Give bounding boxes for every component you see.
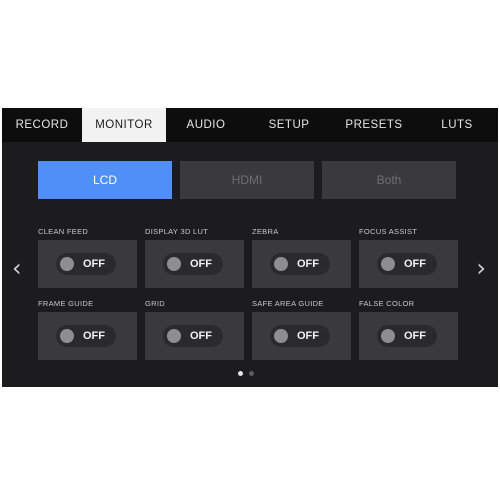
toggle-knob-icon [274, 329, 288, 343]
setting-label: FOCUS ASSIST [359, 227, 418, 236]
tab-setup[interactable]: SETUP [246, 108, 332, 142]
toggle-state: OFF [297, 258, 319, 270]
setting-label: FALSE COLOR [359, 299, 415, 308]
toggle-knob-icon [274, 257, 288, 271]
output-selector: LCD HDMI Both [38, 161, 456, 199]
setting-label: GRID [145, 299, 165, 308]
tab-audio[interactable]: AUDIO [166, 108, 246, 142]
display-3d-lut-toggle[interactable]: OFF [163, 253, 223, 275]
toggle-state: OFF [83, 258, 105, 270]
toggle-state: OFF [404, 330, 426, 342]
toggle-state: OFF [83, 330, 105, 342]
false-color-toggle[interactable]: OFF [377, 325, 437, 347]
clean-feed-toggle[interactable]: OFF [56, 253, 116, 275]
setting-tile[interactable]: OFF [252, 312, 351, 360]
tab-presets[interactable]: PRESETS [332, 108, 416, 142]
toggle-knob-icon [167, 257, 181, 271]
zebra-toggle[interactable]: OFF [270, 253, 330, 275]
frame-guide-toggle[interactable]: OFF [56, 325, 116, 347]
output-both-button[interactable]: Both [322, 161, 456, 199]
page-dot-2[interactable] [249, 371, 254, 376]
setting-tile[interactable]: OFF [359, 240, 458, 288]
settings-grid: CLEAN FEED OFF DISPLAY 3D LUT OFF ZEBRA [38, 227, 458, 360]
setting-tile[interactable]: OFF [38, 240, 137, 288]
setting-label: ZEBRA [252, 227, 279, 236]
setting-label: SAFE AREA GUIDE [252, 299, 324, 308]
grid-toggle[interactable]: OFF [163, 325, 223, 347]
tab-monitor[interactable]: MONITOR [82, 108, 166, 142]
output-lcd-button[interactable]: LCD [38, 161, 172, 199]
toggle-knob-icon [381, 329, 395, 343]
setting-tile[interactable]: OFF [252, 240, 351, 288]
previous-page-arrow-icon[interactable]: ‹ [12, 256, 22, 280]
toggle-state: OFF [190, 258, 212, 270]
setting-zebra: ZEBRA OFF [252, 227, 351, 288]
setting-label: DISPLAY 3D LUT [145, 227, 209, 236]
toggle-state: OFF [190, 330, 212, 342]
setting-frame-guide: FRAME GUIDE OFF [38, 299, 137, 360]
setting-tile[interactable]: OFF [359, 312, 458, 360]
tab-luts[interactable]: LUTS [416, 108, 498, 142]
toggle-state: OFF [404, 258, 426, 270]
tab-bar: RECORD MONITOR AUDIO SETUP PRESETS LUTS [2, 108, 498, 142]
setting-false-color: FALSE COLOR OFF [359, 299, 458, 360]
toggle-knob-icon [60, 257, 74, 271]
output-hdmi-button[interactable]: HDMI [180, 161, 314, 199]
setting-safe-area-guide: SAFE AREA GUIDE OFF [252, 299, 351, 360]
setting-label: FRAME GUIDE [38, 299, 94, 308]
toggle-knob-icon [381, 257, 395, 271]
setting-clean-feed: CLEAN FEED OFF [38, 227, 137, 288]
safe-area-guide-toggle[interactable]: OFF [270, 325, 330, 347]
setting-focus-assist: FOCUS ASSIST OFF [359, 227, 458, 288]
page-indicator [238, 371, 254, 376]
toggle-state: OFF [297, 330, 319, 342]
setting-tile[interactable]: OFF [145, 312, 244, 360]
page-dot-1[interactable] [238, 371, 243, 376]
tab-record[interactable]: RECORD [2, 108, 82, 142]
setting-display-3d-lut: DISPLAY 3D LUT OFF [145, 227, 244, 288]
next-page-arrow-icon[interactable]: › [476, 256, 486, 280]
monitor-settings-screen: RECORD MONITOR AUDIO SETUP PRESETS LUTS … [2, 108, 498, 387]
toggle-knob-icon [60, 329, 74, 343]
focus-assist-toggle[interactable]: OFF [377, 253, 437, 275]
toggle-knob-icon [167, 329, 181, 343]
setting-tile[interactable]: OFF [145, 240, 244, 288]
setting-tile[interactable]: OFF [38, 312, 137, 360]
setting-grid: GRID OFF [145, 299, 244, 360]
setting-label: CLEAN FEED [38, 227, 89, 236]
